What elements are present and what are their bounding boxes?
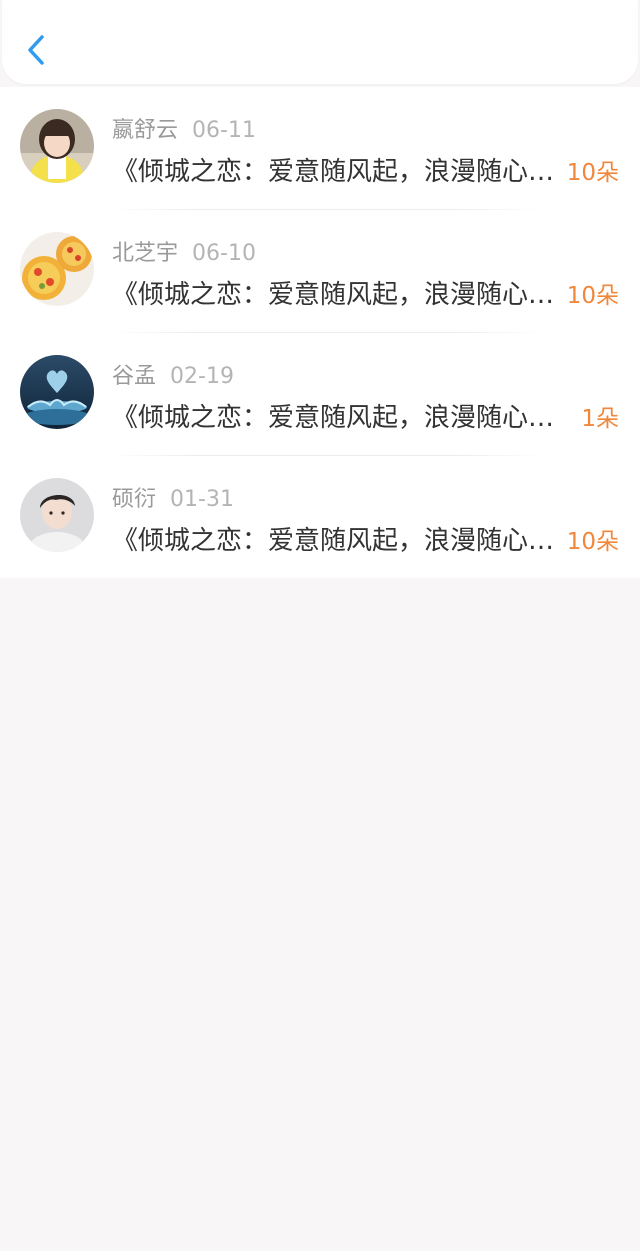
gift-record-list: 嬴舒云 06-11 《倾城之恋：爱意随风起，浪漫随心生》 10朵 北芝宇 06-10 [0,87,640,578]
flower-count: 1朵 [581,406,619,432]
avatar[interactable] [20,109,94,183]
gift-date: 06-10 [192,241,256,266]
article-title: 《倾城之恋：爱意随风起，浪漫随心生》 [112,157,564,187]
gift-date: 01-31 [170,487,234,512]
article-title: 《倾城之恋：爱意随风起，浪漫随心生》 [112,280,564,310]
list-item[interactable]: 嬴舒云 06-11 《倾城之恋：爱意随风起，浪漫随心生》 10朵 [0,87,640,210]
flower-count: 10朵 [566,283,619,309]
gift-date: 06-11 [192,118,256,143]
chevron-left-icon [28,35,44,65]
flower-count: 10朵 [566,160,619,186]
avatar[interactable] [20,478,94,552]
article-title: 《倾城之恋：爱意随风起，浪漫随心生》 [112,526,564,556]
sender-name: 谷孟 02-19 [112,358,234,390]
avatar[interactable] [20,232,94,306]
sender-name-text: 硕衍 [112,487,157,512]
sender-name-text: 嬴舒云 [112,118,179,143]
sender-name-text: 谷孟 [112,364,157,389]
top-nav-bar [2,0,638,84]
sender-name-text: 北芝宇 [112,241,179,266]
list-item[interactable]: 北芝宇 06-10 《倾城之恋：爱意随风起，浪漫随心生》 10朵 [0,210,640,333]
list-item[interactable]: 硕衍 01-31 《倾城之恋：爱意随风起，浪漫随心生》 10朵 [0,456,640,579]
back-button[interactable] [20,30,56,70]
list-item[interactable]: 谷孟 02-19 《倾城之恋：爱意随风起，浪漫随心生》 1朵 [0,333,640,456]
flower-count: 10朵 [566,529,619,555]
sender-name: 嬴舒云 06-11 [112,112,256,144]
article-title: 《倾城之恋：爱意随风起，浪漫随心生》 [112,403,564,433]
gift-date: 02-19 [170,364,234,389]
sender-name: 北芝宇 06-10 [112,235,256,267]
avatar[interactable] [20,355,94,429]
sender-name: 硕衍 01-31 [112,481,234,513]
